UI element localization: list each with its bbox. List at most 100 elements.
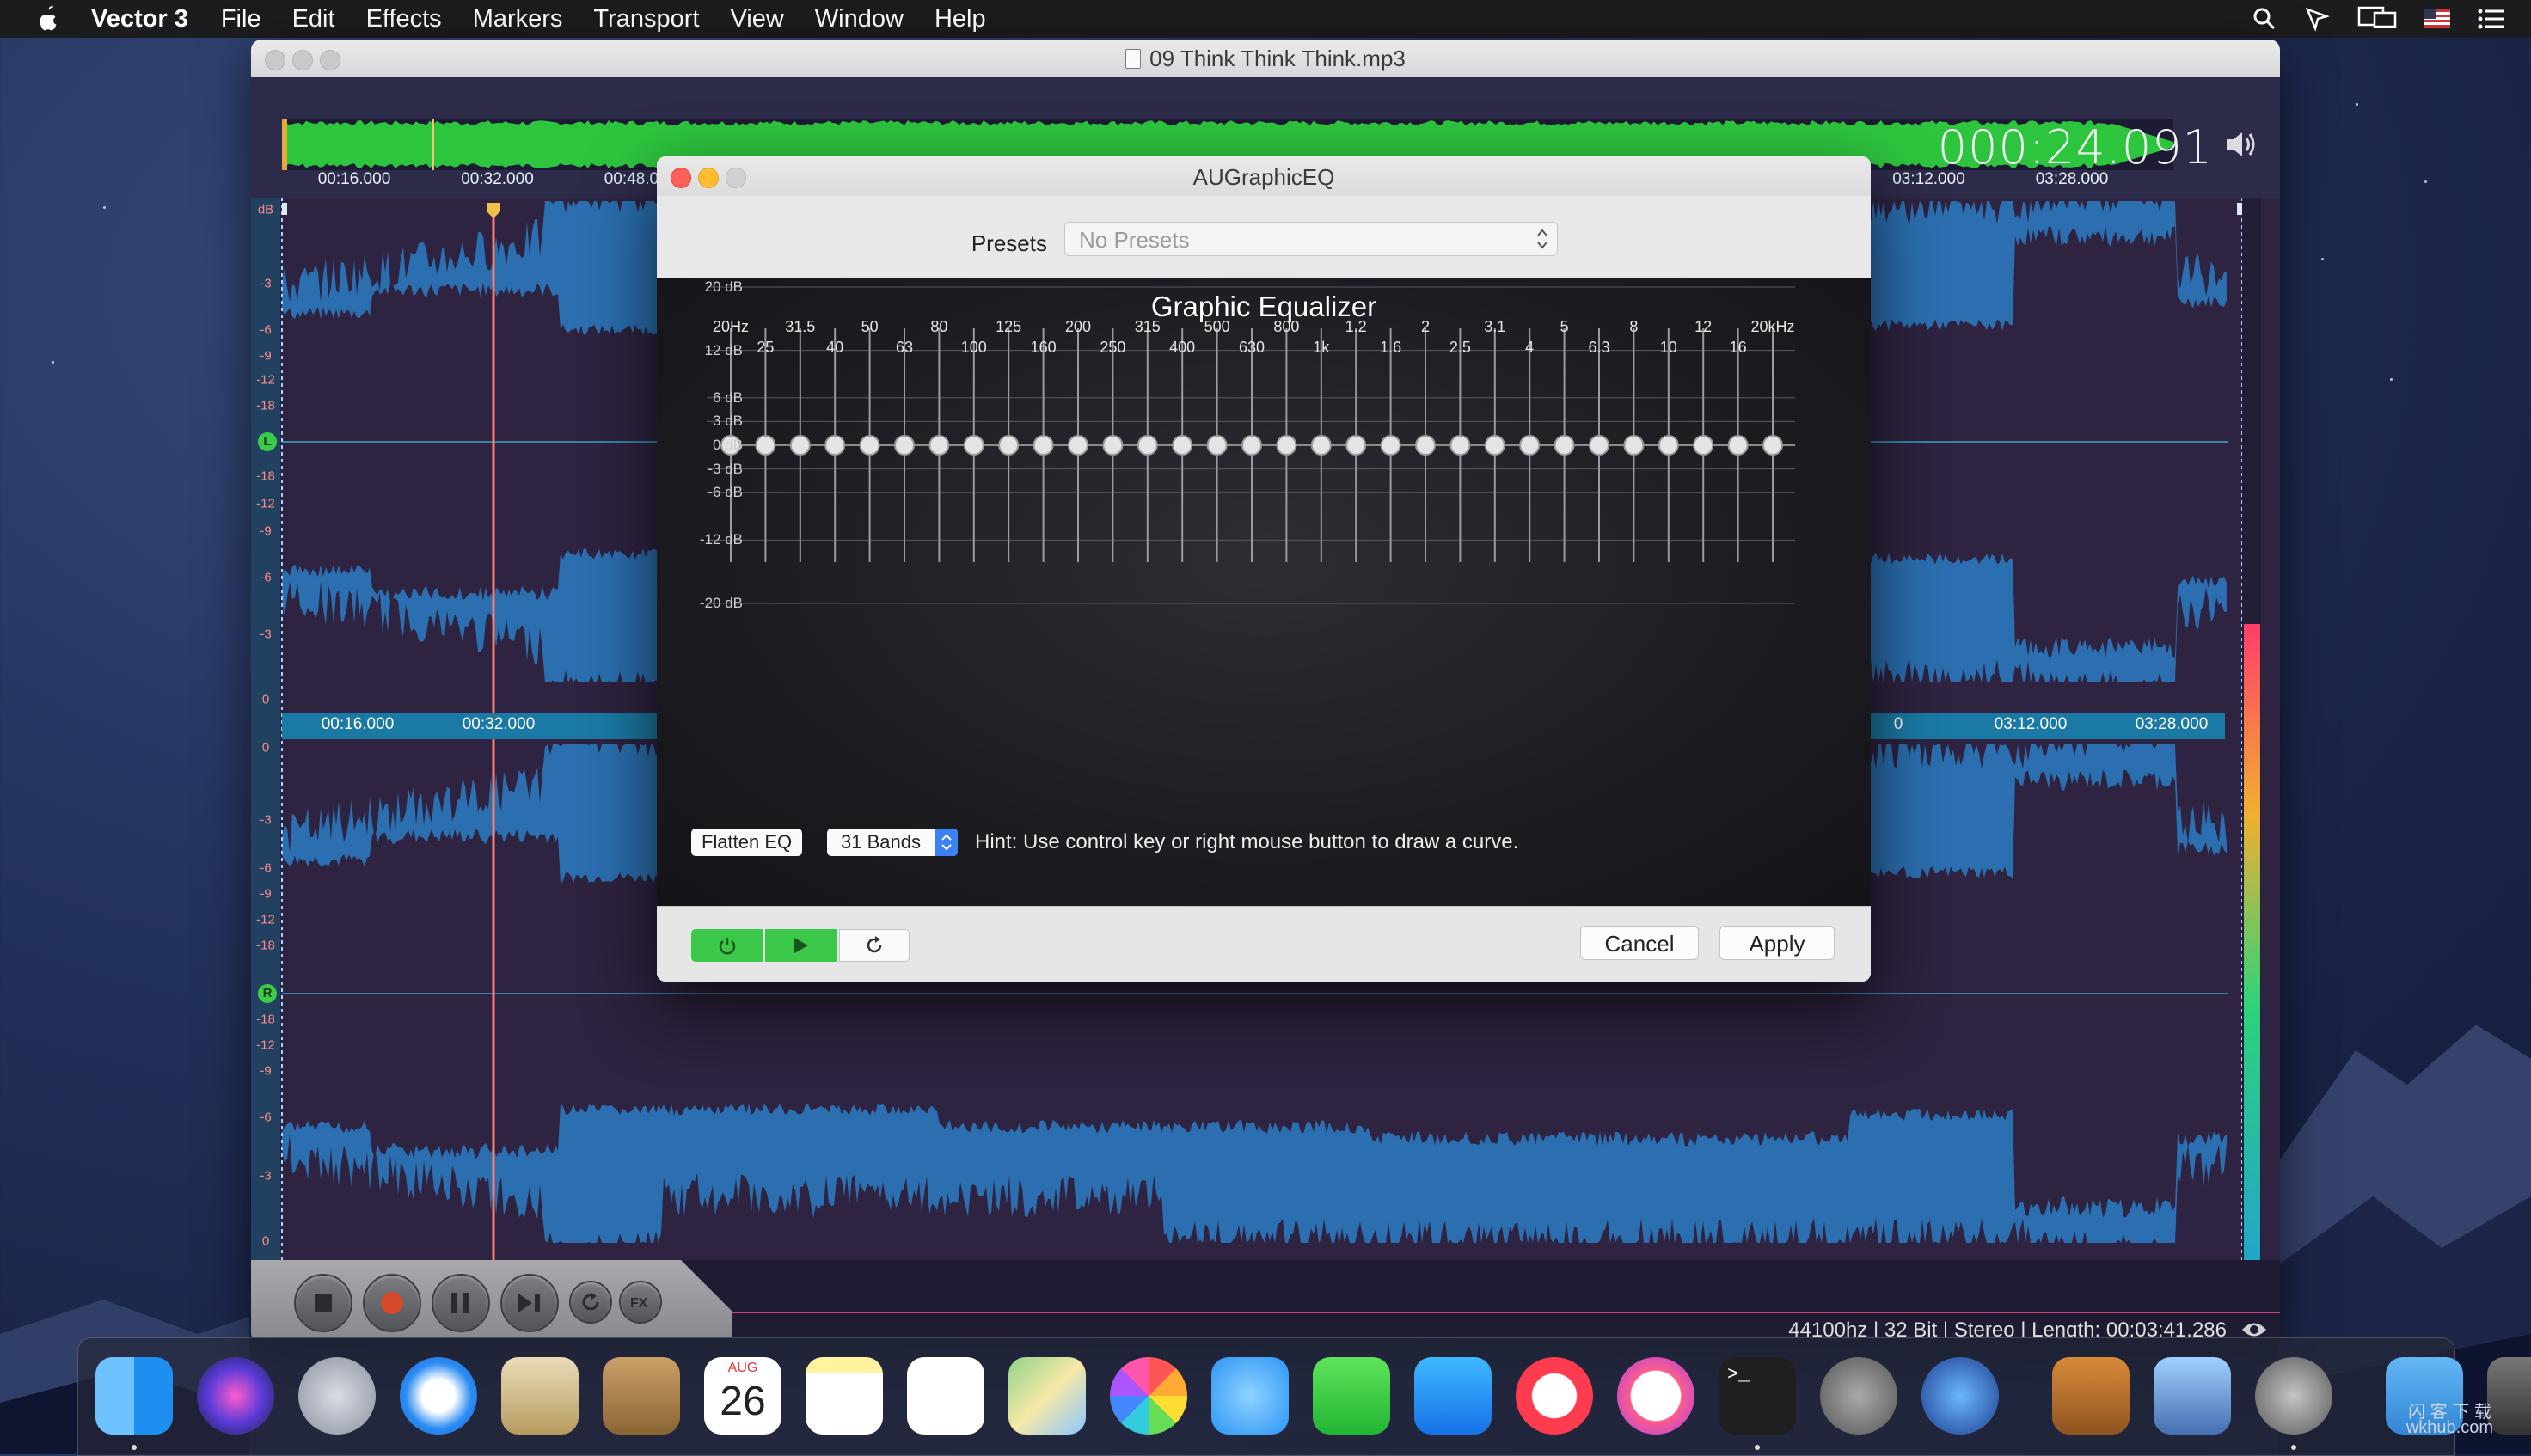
eq-band-slider-knob[interactable] — [1310, 435, 1332, 456]
eq-db-label: 0 dB — [713, 437, 743, 453]
channel-left-badge[interactable]: L — [258, 432, 277, 451]
menu-help[interactable]: Help — [935, 5, 986, 34]
eq-band-slider-knob[interactable] — [1484, 435, 1505, 456]
itunes-icon[interactable] — [1617, 1357, 1694, 1435]
instruments-icon[interactable] — [1921, 1357, 1999, 1435]
photos-icon[interactable] — [1110, 1357, 1187, 1435]
flag-us-icon[interactable] — [2424, 9, 2450, 28]
news-icon[interactable] — [1516, 1357, 1593, 1435]
loop-button[interactable] — [569, 1281, 612, 1324]
overview-ruler-tick: 03:12.000 — [1892, 170, 1965, 188]
display-icon[interactable] — [2357, 6, 2397, 32]
eq-band-slider-knob[interactable] — [998, 435, 1020, 456]
cursor-icon[interactable] — [2304, 6, 2330, 32]
skip-forward-button[interactable] — [500, 1274, 559, 1332]
calendar-icon[interactable]: AUG 26 — [704, 1357, 781, 1435]
menu-edit[interactable]: Edit — [292, 5, 335, 34]
db-scale-left: dB -3 -6 -9 -12 -18 -18 -12 -9 -6 -3 0 — [251, 198, 280, 713]
eq-band-slider-knob[interactable] — [1033, 435, 1054, 456]
presets-dropdown[interactable]: No Presets — [1064, 222, 1558, 256]
stop-button[interactable] — [294, 1274, 352, 1332]
eq-frequency-label: 400 — [1169, 339, 1196, 356]
apple-menu-icon[interactable] — [34, 4, 62, 34]
menu-view[interactable]: View — [730, 5, 783, 34]
messages-icon[interactable] — [1211, 1357, 1289, 1435]
record-button[interactable] — [363, 1274, 421, 1332]
reset-button[interactable] — [839, 929, 910, 962]
menu-effects[interactable]: Effects — [366, 5, 442, 34]
eq-band-slider-knob[interactable] — [928, 435, 950, 456]
app-menu[interactable]: Vector 3 — [91, 5, 188, 34]
eq-band-slider-knob[interactable] — [1172, 435, 1193, 456]
eq-frequency-label: 500 — [1204, 318, 1230, 335]
channel-right-badge[interactable]: R — [258, 984, 277, 1003]
eq-band-slider-knob[interactable] — [755, 435, 776, 456]
eq-band-slider-knob[interactable] — [1345, 435, 1367, 456]
system-preferences-icon[interactable] — [1820, 1357, 1897, 1435]
eq-band-slider-knob[interactable] — [1102, 435, 1124, 456]
reminders-icon[interactable] — [907, 1357, 984, 1435]
app-store-icon[interactable] — [1414, 1357, 1492, 1435]
eq-db-label: -20 dB — [699, 595, 743, 611]
eq-band-slider-knob[interactable] — [1206, 435, 1228, 456]
presets-row: Presets No Presets — [657, 196, 1871, 279]
vector-app-icon[interactable] — [2255, 1357, 2332, 1435]
fx-button[interactable]: FX — [619, 1281, 662, 1324]
eq-band-slider-knob[interactable] — [1241, 435, 1262, 456]
eq-band-slider-knob[interactable] — [894, 435, 915, 456]
menu-markers[interactable]: Markers — [473, 5, 563, 34]
pause-button[interactable] — [432, 1274, 490, 1332]
facetime-icon[interactable] — [1313, 1357, 1390, 1435]
db-scale-unit: dB — [257, 202, 274, 217]
notes-icon[interactable] — [806, 1357, 883, 1435]
safari-icon[interactable] — [400, 1357, 477, 1435]
apply-button[interactable]: Apply — [1719, 926, 1835, 960]
bands-dropdown[interactable]: 31 Bands — [827, 829, 958, 856]
eq-band-slider-knob[interactable] — [1449, 435, 1471, 456]
maps-icon[interactable] — [1008, 1357, 1086, 1435]
launchpad-icon[interactable] — [298, 1357, 376, 1435]
preview-icon[interactable] — [2154, 1357, 2231, 1435]
bypass-power-button[interactable] — [691, 929, 763, 962]
cancel-button[interactable]: Cancel — [1580, 926, 1699, 960]
siri-icon[interactable] — [197, 1357, 274, 1435]
eq-band-slider-knob[interactable] — [1519, 435, 1541, 456]
eq-band-slider-knob[interactable] — [1137, 435, 1158, 456]
menu-window[interactable]: Window — [815, 5, 904, 34]
eq-band-slider-knob[interactable] — [1415, 435, 1436, 456]
eq-band-slider-knob[interactable] — [1554, 435, 1575, 456]
contacts-icon[interactable] — [603, 1357, 680, 1435]
preview-play-button[interactable] — [765, 929, 837, 962]
eq-band-slider-knob[interactable] — [1658, 435, 1679, 456]
eq-band-slider-knob[interactable] — [1589, 435, 1609, 456]
watermark: 闪 客 下 载 wkhub.com — [2405, 1403, 2493, 1437]
eq-band-slider-knob[interactable] — [1068, 435, 1088, 456]
updown-chevron-icon — [1537, 229, 1547, 249]
menu-file[interactable]: File — [221, 5, 261, 34]
eq-band-slider-knob[interactable] — [1762, 435, 1783, 456]
search-icon[interactable] — [2252, 7, 2277, 31]
eq-band-slider-knob[interactable] — [1693, 435, 1714, 456]
eq-band-slider-knob[interactable] — [963, 435, 984, 456]
flatten-eq-button[interactable]: Flatten EQ — [691, 829, 803, 856]
presets-label: Presets — [971, 230, 1047, 256]
eq-db-label: -12 dB — [699, 531, 743, 548]
list-icon[interactable] — [2478, 8, 2505, 30]
volume-icon[interactable] — [2223, 129, 2258, 160]
eq-db-label: 3 dB — [713, 413, 743, 430]
graphic-equalizer-panel[interactable]: Graphic Equalizer 20Hz 31.5 50 80 125 200 315 5… — [657, 278, 1871, 906]
finder-icon[interactable] — [95, 1357, 173, 1435]
eq-band-slider-knob[interactable] — [1380, 435, 1401, 456]
eq-band-slider-knob[interactable] — [824, 435, 846, 456]
eye-icon[interactable] — [2240, 1320, 2268, 1337]
eq-band-slider-knob[interactable] — [1623, 435, 1645, 456]
trash-icon[interactable] — [2487, 1357, 2531, 1435]
archive-utility-icon[interactable] — [2052, 1357, 2130, 1435]
eq-band-slider-knob[interactable] — [859, 435, 880, 456]
eq-band-slider-knob[interactable] — [789, 435, 811, 456]
eq-band-slider-knob[interactable] — [1276, 435, 1297, 456]
menu-transport[interactable]: Transport — [593, 5, 699, 34]
mail-icon[interactable] — [501, 1357, 579, 1435]
eq-band-slider-knob[interactable] — [1727, 435, 1749, 456]
terminal-icon[interactable]: >_ — [1719, 1357, 1796, 1435]
